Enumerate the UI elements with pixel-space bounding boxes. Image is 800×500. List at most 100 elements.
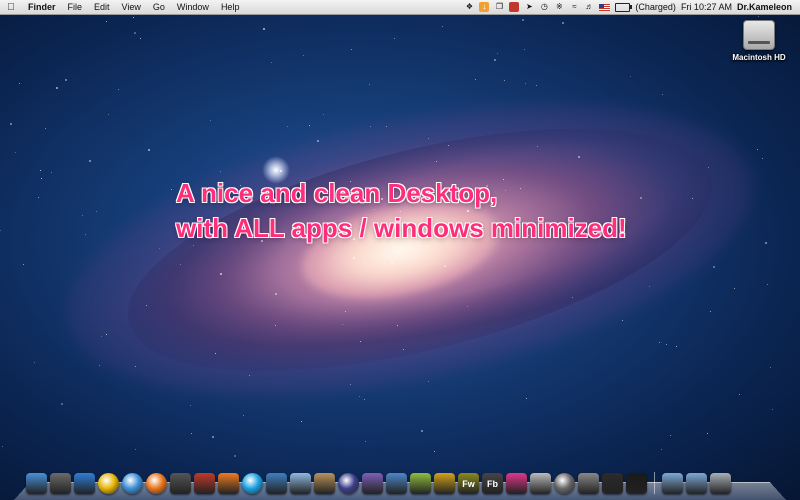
terminal-icon[interactable] — [626, 473, 647, 494]
star — [275, 293, 277, 295]
bluetooth-icon[interactable]: ※ — [554, 2, 564, 12]
user-name[interactable]: Dr.Kameleon — [737, 2, 792, 12]
battery-icon[interactable] — [615, 2, 633, 12]
menu-edit[interactable]: Edit — [88, 0, 116, 14]
star — [428, 381, 429, 382]
scissors-icon[interactable] — [170, 473, 191, 494]
star — [767, 284, 768, 285]
star — [89, 160, 91, 162]
pokerstars-icon[interactable] — [194, 473, 215, 494]
xcode-icon[interactable] — [386, 473, 407, 494]
menu-help[interactable]: Help — [215, 0, 246, 14]
star — [649, 286, 650, 287]
star — [369, 84, 370, 85]
star — [772, 409, 773, 410]
finder-icon[interactable] — [26, 473, 47, 494]
star — [386, 126, 387, 127]
star — [708, 167, 709, 168]
menu-window[interactable]: Window — [171, 0, 215, 14]
star — [659, 342, 660, 343]
star — [0, 230, 1, 231]
menu-go[interactable]: Go — [147, 0, 171, 14]
star — [670, 435, 671, 436]
app-store-icon[interactable] — [74, 473, 95, 494]
dropbox-icon[interactable]: ❖ — [464, 2, 474, 12]
trash-icon[interactable] — [710, 473, 731, 494]
star — [365, 441, 366, 442]
record-icon[interactable] — [509, 2, 520, 12]
disk-utility-icon[interactable] — [554, 473, 575, 494]
volume-icon[interactable]: ♬ — [584, 2, 594, 12]
star — [249, 375, 250, 376]
launchpad-icon[interactable] — [50, 473, 71, 494]
star — [243, 415, 244, 416]
headline-line-1: A nice and clean Desktop, — [176, 178, 498, 208]
desktop-screen:  Finder File Edit View Go Window Help ❖… — [0, 0, 800, 500]
grapher-icon[interactable] — [530, 473, 551, 494]
star — [762, 158, 763, 159]
dock-separator — [654, 472, 655, 494]
documents-folder-icon[interactable] — [686, 473, 707, 494]
star — [171, 189, 172, 190]
battery-status: (Charged) — [635, 2, 676, 12]
star — [215, 353, 216, 354]
input-source-flag-icon[interactable] — [599, 3, 611, 11]
star — [19, 83, 20, 84]
star — [739, 394, 740, 395]
star — [106, 334, 107, 335]
skype-icon[interactable] — [242, 473, 263, 494]
paint-icon[interactable] — [362, 473, 383, 494]
star — [210, 120, 211, 121]
chrome-icon[interactable] — [98, 473, 119, 494]
pencil-icon[interactable] — [410, 473, 431, 494]
xampp-icon[interactable] — [218, 473, 239, 494]
download-icon[interactable]: ↓ — [479, 2, 490, 12]
safari-icon[interactable] — [122, 473, 143, 494]
archive-icon[interactable] — [314, 473, 335, 494]
star — [622, 320, 623, 321]
clock[interactable]: Fri 10:27 AM — [681, 2, 732, 12]
star — [710, 311, 711, 312]
copy-icon[interactable]: ❐ — [494, 2, 504, 12]
firefox-icon[interactable] — [146, 473, 167, 494]
star — [526, 398, 527, 399]
menu-file[interactable]: File — [62, 0, 89, 14]
star — [421, 430, 423, 432]
star — [140, 38, 141, 39]
eclipse-icon[interactable] — [338, 473, 359, 494]
activity-monitor-icon[interactable] — [602, 473, 623, 494]
star — [504, 80, 505, 81]
star — [360, 341, 361, 342]
star — [448, 145, 449, 146]
fireworks-icon[interactable]: Fw — [458, 473, 479, 494]
star — [96, 211, 97, 212]
star — [562, 22, 564, 24]
star — [640, 197, 642, 199]
headline-line-2: with ALL apps / windows minimized! — [176, 213, 627, 243]
menu-view[interactable]: View — [116, 0, 147, 14]
scrapbook-icon[interactable] — [434, 473, 455, 494]
box-icon[interactable] — [290, 473, 311, 494]
star — [135, 449, 136, 450]
star — [436, 161, 437, 162]
rocket-icon[interactable]: ➤ — [524, 2, 534, 12]
headline-text: A nice and clean Desktop, with ALL apps … — [176, 176, 627, 246]
macintosh-hd-item[interactable]: Macintosh HD — [724, 20, 794, 62]
flash-builder-icon[interactable]: Fb — [482, 473, 503, 494]
star — [146, 305, 147, 306]
hard-drive-icon[interactable] — [743, 20, 775, 50]
applications-folder-icon[interactable] — [662, 473, 683, 494]
star — [108, 114, 109, 115]
menu-finder[interactable]: Finder — [22, 0, 62, 14]
star — [10, 123, 12, 125]
heart-icon[interactable] — [506, 473, 527, 494]
system-preferences-icon[interactable] — [578, 473, 599, 494]
wifi-icon[interactable]: ≈ — [569, 2, 579, 12]
time-machine-icon[interactable]: ◷ — [539, 2, 549, 12]
mail-icon[interactable] — [266, 473, 287, 494]
star — [40, 170, 41, 171]
apple-icon[interactable]:  — [0, 2, 22, 13]
star — [118, 89, 119, 90]
star — [263, 28, 265, 30]
star — [287, 126, 288, 127]
